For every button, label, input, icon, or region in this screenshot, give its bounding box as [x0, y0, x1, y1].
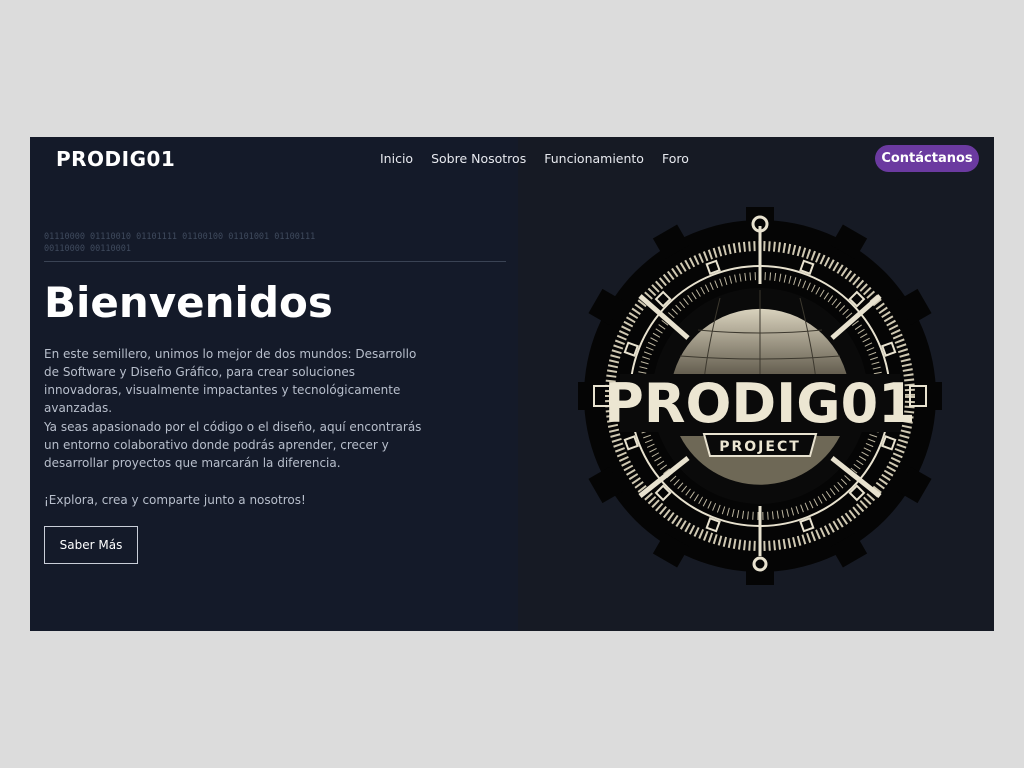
emblem-graphic: PRODIG01 PROJECT: [578, 207, 942, 585]
hero-paragraph-intro: En este semillero, unimos lo mejor de do…: [44, 347, 417, 415]
emblem-title: PRODIG01: [604, 372, 915, 435]
prodig01-emblem: PRODIG01 PROJECT: [578, 207, 942, 585]
nav-item-funcionamiento[interactable]: Funcionamiento: [544, 151, 644, 167]
nav-item-sobre-nosotros[interactable]: Sobre Nosotros: [431, 151, 526, 167]
divider: [44, 261, 506, 262]
landing-page: PRODIG01 Inicio Sobre Nosotros Funcionam…: [30, 137, 994, 631]
nav-item-foro[interactable]: Foro: [662, 151, 689, 167]
hero-title: Bienvenidos: [44, 278, 333, 327]
hero-paragraph-cta: ¡Explora, crea y comparte junto a nosotr…: [44, 493, 306, 507]
brand-logo-text[interactable]: PRODIG01: [56, 147, 175, 171]
binary-decoration: 01110000 01110010 01101111 01100100 0110…: [44, 232, 316, 254]
nav-item-inicio[interactable]: Inicio: [380, 151, 413, 167]
hero-paragraph-community: Ya seas apasionado por el código o el di…: [44, 420, 422, 470]
learn-more-button[interactable]: Saber Más: [44, 526, 138, 564]
main-nav: Inicio Sobre Nosotros Funcionamiento For…: [380, 151, 689, 167]
emblem-subtitle: PROJECT: [719, 439, 801, 455]
contact-button[interactable]: Contáctanos: [875, 145, 979, 172]
